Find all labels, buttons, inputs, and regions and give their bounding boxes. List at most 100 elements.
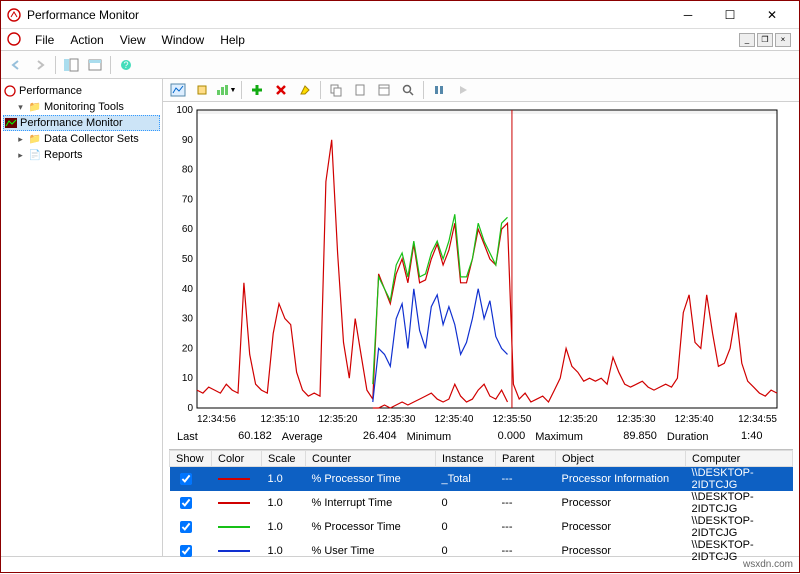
menu-help[interactable]: Help	[212, 31, 253, 49]
counter-legend-table[interactable]: Show Color Scale Counter Instance Parent…	[169, 449, 793, 563]
tree-root-performance[interactable]: Performance	[3, 83, 160, 99]
object-name: Processor	[556, 515, 686, 539]
col-show[interactable]: Show	[170, 451, 212, 467]
svg-text:10: 10	[182, 373, 194, 384]
computer-name: \\DESKTOP-2IDTCJG	[686, 515, 793, 539]
expand-icon[interactable]: ▸	[15, 150, 26, 161]
svg-text:12:35:40: 12:35:40	[434, 414, 473, 425]
table-row[interactable]: 1.0% User Time0---Processor\\DESKTOP-2ID…	[170, 539, 793, 563]
view-log-data-button[interactable]	[191, 79, 213, 101]
svg-text:20: 20	[182, 343, 194, 354]
copy-properties-button[interactable]	[325, 79, 347, 101]
tree-dcs-label: Data Collector Sets	[44, 133, 139, 145]
change-graph-type-button[interactable]: ▼	[215, 79, 237, 101]
properties-graph-button[interactable]	[373, 79, 395, 101]
tree-reports[interactable]: ▸ 📄 Reports	[3, 147, 160, 163]
minimize-button[interactable]: ─	[667, 4, 709, 26]
dur-label: Duration	[667, 431, 709, 443]
tree-reports-label: Reports	[44, 149, 83, 161]
scale-value: 1.0	[262, 539, 306, 563]
svg-text:90: 90	[182, 135, 194, 146]
tree-root-label: Performance	[19, 85, 82, 97]
scale-value: 1.0	[262, 491, 306, 515]
tree-data-collector-sets[interactable]: ▸ 📁 Data Collector Sets	[3, 131, 160, 147]
mdi-restore-button[interactable]: ❐	[757, 33, 773, 47]
object-name: Processor Information	[556, 467, 686, 492]
svg-text:100: 100	[176, 105, 193, 116]
chart-area[interactable]: 010203040506070809010012:34:5612:35:1012…	[163, 102, 799, 426]
svg-text:30: 30	[182, 314, 194, 325]
show-checkbox[interactable]	[170, 467, 212, 492]
maximize-button[interactable]: ☐	[709, 4, 751, 26]
col-object[interactable]: Object	[556, 451, 686, 467]
update-data-button	[452, 79, 474, 101]
max-value: 89.850	[587, 430, 657, 443]
color-swatch	[212, 467, 262, 492]
computer-name: \\DESKTOP-2IDTCJG	[686, 491, 793, 515]
menu-window[interactable]: Window	[154, 31, 213, 49]
app-icon	[7, 8, 21, 22]
table-row[interactable]: 1.0% Processor Time0---Processor\\DESKTO…	[170, 515, 793, 539]
last-label: Last	[177, 431, 198, 443]
show-checkbox[interactable]	[170, 539, 212, 563]
instance-name: 0	[436, 539, 496, 563]
view-current-activity-button[interactable]	[167, 79, 189, 101]
menu-file[interactable]: File	[27, 31, 62, 49]
svg-text:70: 70	[182, 194, 194, 205]
instance-name: 0	[436, 515, 496, 539]
freeze-display-button[interactable]	[428, 79, 450, 101]
object-name: Processor	[556, 491, 686, 515]
paste-counter-list-button[interactable]	[349, 79, 371, 101]
parent-name: ---	[496, 491, 556, 515]
last-value: 60.182	[202, 430, 272, 443]
mdi-close-button[interactable]: ×	[775, 33, 791, 47]
zoom-button[interactable]	[397, 79, 419, 101]
col-scale[interactable]: Scale	[262, 451, 306, 467]
max-label: Maximum	[535, 431, 583, 443]
close-button[interactable]: ✕	[751, 4, 793, 26]
col-computer[interactable]: Computer	[686, 451, 793, 467]
show-hide-tree-button[interactable]	[60, 54, 82, 76]
scale-value: 1.0	[262, 515, 306, 539]
help-button[interactable]: ?	[115, 54, 137, 76]
dur-value: 1:40	[712, 430, 762, 443]
avg-value: 26.404	[327, 430, 397, 443]
show-checkbox[interactable]	[170, 491, 212, 515]
svg-text:?: ?	[123, 60, 128, 70]
folder-icon: 📁	[28, 132, 42, 146]
mdi-minimize-button[interactable]: _	[739, 33, 755, 47]
svg-text:12:35:30: 12:35:30	[376, 414, 415, 425]
tree-performance-monitor[interactable]: Performance Monitor	[3, 115, 160, 131]
menu-action[interactable]: Action	[62, 31, 111, 49]
menu-view[interactable]: View	[112, 31, 154, 49]
highlight-button[interactable]	[294, 79, 316, 101]
console-tree[interactable]: Performance ▾ 📁 Monitoring Tools Perform…	[1, 79, 163, 556]
col-parent[interactable]: Parent	[496, 451, 556, 467]
svg-text:12:34:55: 12:34:55	[738, 414, 777, 425]
table-row[interactable]: 1.0% Interrupt Time0---Processor\\DESKTO…	[170, 491, 793, 515]
tree-monitoring-tools[interactable]: ▾ 📁 Monitoring Tools	[3, 99, 160, 115]
forward-button	[29, 54, 51, 76]
parent-name: ---	[496, 539, 556, 563]
svg-text:80: 80	[182, 165, 194, 176]
back-button	[5, 54, 27, 76]
col-counter[interactable]: Counter	[306, 451, 436, 467]
performance-chart[interactable]: 010203040506070809010012:34:5612:35:1012…	[169, 106, 783, 424]
svg-text:12:35:50: 12:35:50	[492, 414, 531, 425]
add-counter-button[interactable]	[246, 79, 268, 101]
svg-text:12:35:20: 12:35:20	[559, 414, 598, 425]
table-row[interactable]: 1.0% Processor Time_Total---Processor In…	[170, 467, 793, 492]
delete-counter-button[interactable]	[270, 79, 292, 101]
expand-icon[interactable]: ▸	[15, 134, 26, 145]
object-name: Processor	[556, 539, 686, 563]
svg-text:60: 60	[182, 224, 194, 235]
properties-button[interactable]	[84, 54, 106, 76]
col-instance[interactable]: Instance	[436, 451, 496, 467]
col-color[interactable]: Color	[212, 451, 262, 467]
collapse-icon[interactable]: ▾	[15, 102, 26, 113]
window-titlebar: Performance Monitor ─ ☐ ✕	[1, 1, 799, 29]
show-checkbox[interactable]	[170, 515, 212, 539]
counter-name: % Processor Time	[306, 515, 436, 539]
reports-icon: 📄	[28, 148, 42, 162]
folder-icon: 📁	[28, 100, 42, 114]
